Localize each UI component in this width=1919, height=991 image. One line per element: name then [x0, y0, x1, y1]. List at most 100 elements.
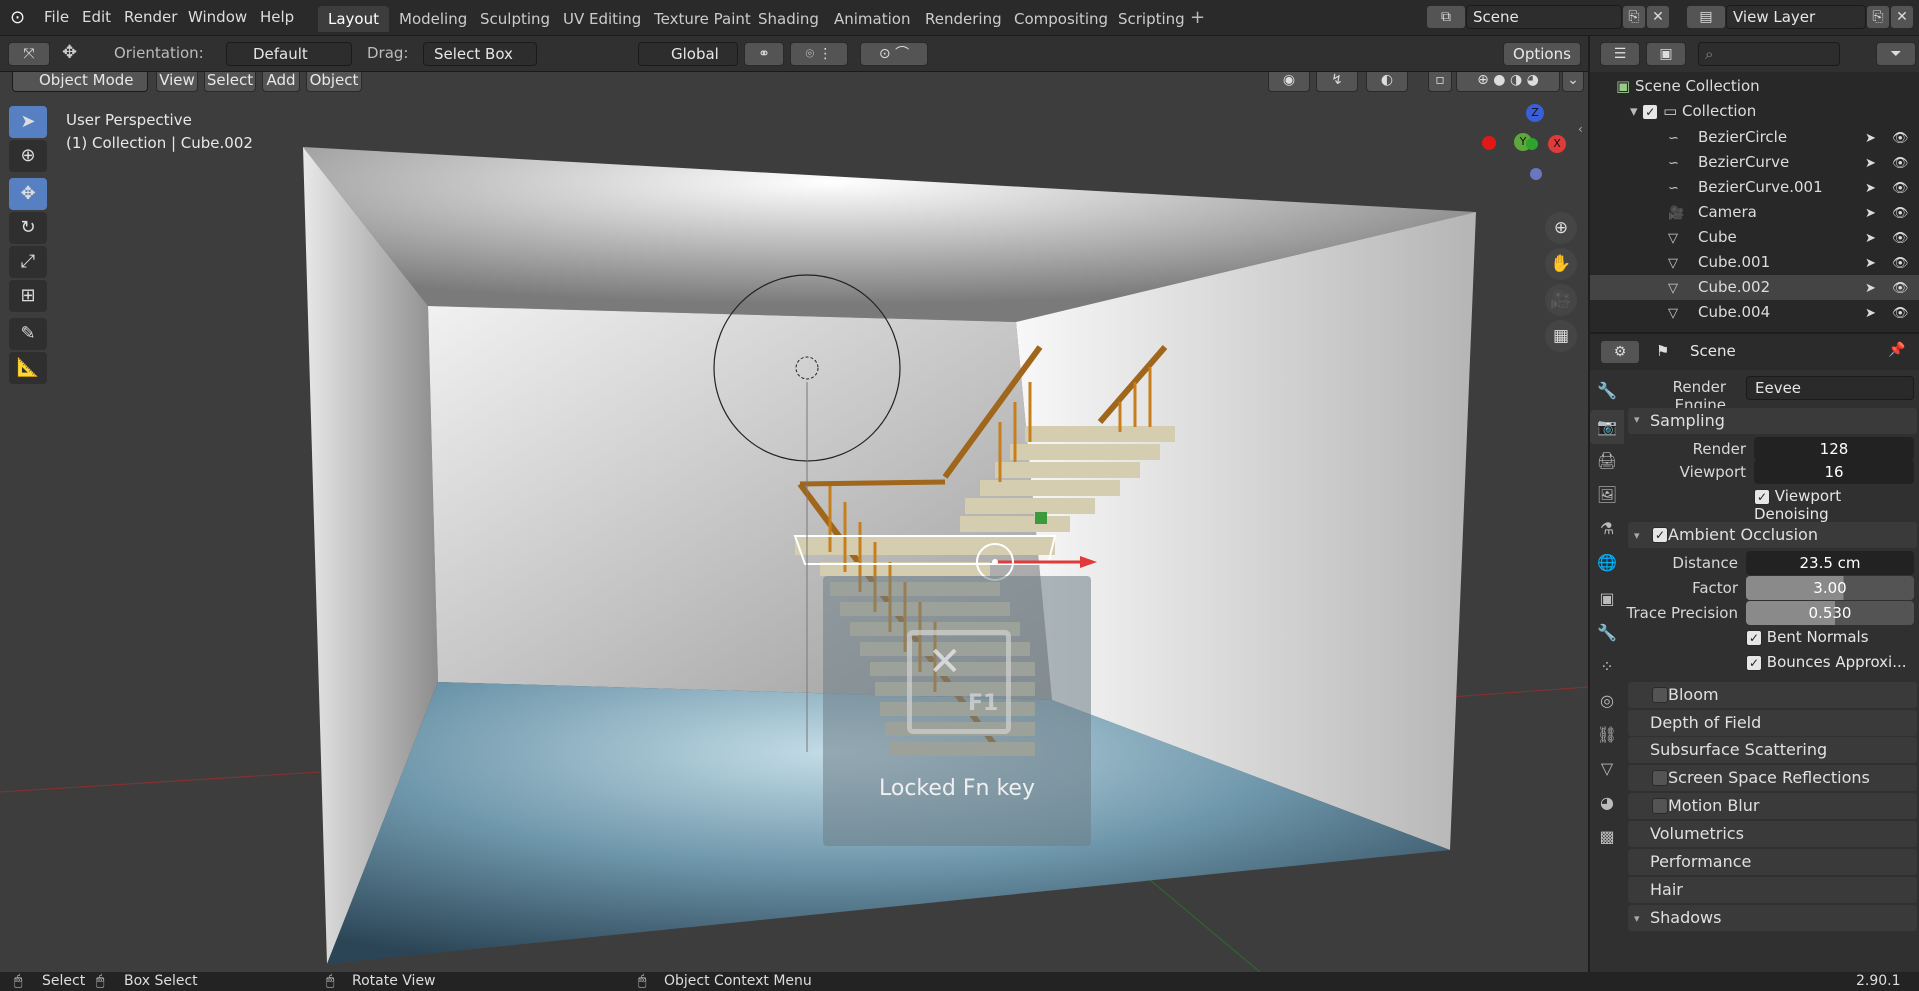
- outliner-filter-icon[interactable]: ⏷: [1876, 42, 1916, 66]
- view-layer-copy-icon[interactable]: ⎘: [1866, 5, 1890, 29]
- view-layer-delete-icon[interactable]: ✕: [1890, 5, 1914, 29]
- editor-type-icon[interactable]: ☰: [1600, 42, 1640, 66]
- trace-precision-slider[interactable]: 0.530: [1746, 601, 1914, 625]
- annotate-tool-icon[interactable]: ✎: [9, 318, 47, 350]
- blender-logo-icon[interactable]: ⊙: [10, 7, 32, 29]
- scale-tool-icon[interactable]: ⤢: [9, 246, 47, 278]
- proportional-edit-icon[interactable]: ⊙ ⌒: [860, 42, 928, 66]
- outliner-search-input[interactable]: ⌕: [1698, 42, 1840, 66]
- active-tool-icon[interactable]: ⤧: [8, 42, 50, 66]
- expand-arrow-icon[interactable]: ▾: [1630, 102, 1642, 120]
- shadows-expand-arrow-icon[interactable]: ▾: [1634, 912, 1640, 925]
- menu-render[interactable]: Render: [124, 8, 177, 26]
- scene-tab-icon[interactable]: ⚗: [1590, 512, 1624, 546]
- cursor-tool-icon[interactable]: ⊕: [9, 140, 47, 172]
- data-tab-icon[interactable]: ▽: [1590, 752, 1624, 786]
- ao-factor-slider[interactable]: 3.00: [1746, 576, 1914, 600]
- rotate-tool-icon[interactable]: ↻: [9, 212, 47, 244]
- view-layer-tab-icon[interactable]: 🖼: [1590, 478, 1624, 512]
- ssr-enable-checkbox[interactable]: [1652, 770, 1668, 786]
- bloom-enable-checkbox[interactable]: [1652, 687, 1668, 703]
- gizmo-toggle-icon[interactable]: ↯: [1316, 72, 1358, 92]
- modifier-tab-icon[interactable]: 🔧: [1590, 616, 1624, 650]
- xray-toggle-icon[interactable]: ▫: [1428, 72, 1452, 92]
- menu-help[interactable]: Help: [260, 8, 294, 26]
- viewport-select-menu[interactable]: Select: [204, 72, 256, 92]
- ssr-panel-header[interactable]: Screen Space Reflections: [1628, 765, 1917, 791]
- scene-delete-icon[interactable]: ✕: [1646, 5, 1670, 29]
- x-axis-icon[interactable]: X: [1548, 135, 1566, 153]
- z-axis-icon[interactable]: Z: [1526, 104, 1544, 122]
- bounces-approx-toggle[interactable]: ✓ Bounces Approxi...: [1746, 653, 1907, 671]
- snap-toggle-icon[interactable]: ⌾ ⋮: [790, 42, 848, 66]
- properties-editor-type-icon[interactable]: ⚙: [1600, 340, 1640, 364]
- collapse-sidebar-icon[interactable]: ‹: [1578, 122, 1583, 136]
- viewport-denoising-toggle[interactable]: ✓ Viewport Denoising: [1754, 487, 1919, 523]
- viewport-view-menu[interactable]: View: [156, 72, 198, 92]
- navigation-gizmo[interactable]: Z Y X: [1480, 102, 1566, 182]
- tab-animation[interactable]: Animation: [824, 6, 920, 32]
- render-tab-icon[interactable]: 📷: [1590, 410, 1624, 444]
- ao-expand-arrow-icon[interactable]: ▾: [1634, 529, 1640, 542]
- shading-options-icon[interactable]: ⌄: [1562, 72, 1584, 92]
- transform-orientation-dropdown[interactable]: Global: [638, 42, 738, 66]
- depth-of-field-panel-header[interactable]: Depth of Field: [1628, 710, 1917, 736]
- motion-blur-enable-checkbox[interactable]: [1652, 798, 1668, 814]
- performance-panel-header[interactable]: Performance: [1628, 849, 1917, 875]
- tab-sculpting[interactable]: Sculpting: [470, 6, 560, 32]
- select-tool-icon[interactable]: ➤: [9, 106, 47, 138]
- constraints-tab-icon[interactable]: ⛓: [1590, 718, 1624, 752]
- add-workspace-icon[interactable]: +: [1190, 7, 1205, 28]
- view-layer-field[interactable]: View Layer: [1726, 5, 1866, 29]
- ao-distance-field[interactable]: 23.5 cm: [1746, 551, 1914, 575]
- tab-layout[interactable]: Layout: [318, 6, 389, 32]
- sampling-panel-header[interactable]: Sampling: [1628, 408, 1917, 434]
- ssr-enable-toggle[interactable]: [1652, 770, 1668, 786]
- render-samples-field[interactable]: 128: [1754, 437, 1914, 461]
- pin-icon[interactable]: 📌: [1888, 342, 1905, 358]
- ao-enable-checkbox[interactable]: ✓: [1652, 527, 1668, 543]
- tab-compositing[interactable]: Compositing: [1004, 6, 1118, 32]
- sampling-expand-arrow-icon[interactable]: ▾: [1634, 414, 1640, 426]
- object-tab-icon[interactable]: ▣: [1590, 582, 1624, 616]
- tool-tab-icon[interactable]: 🔧: [1590, 374, 1624, 408]
- object-mode-dropdown[interactable]: Object Mode: [12, 72, 148, 92]
- display-mode-icon[interactable]: ▣: [1646, 42, 1686, 66]
- scene-selector-icon[interactable]: ⧉: [1426, 5, 1466, 29]
- menu-file[interactable]: File: [44, 8, 69, 26]
- outliner-collection[interactable]: ▾ ✓ ▭ Collection: [1590, 99, 1919, 124]
- hair-panel-header[interactable]: Hair: [1628, 877, 1917, 903]
- collection-checkbox[interactable]: ✓: [1642, 103, 1659, 120]
- scene-copy-icon[interactable]: ⎘: [1622, 5, 1646, 29]
- zoom-icon[interactable]: ⊕: [1545, 212, 1577, 244]
- overlay-toggle-icon[interactable]: ◐: [1366, 72, 1408, 92]
- neg-x-axis-icon[interactable]: [1482, 136, 1496, 150]
- output-tab-icon[interactable]: 🖨: [1590, 444, 1624, 478]
- bloom-enable-toggle[interactable]: [1652, 687, 1668, 703]
- shading-mode-icons[interactable]: ⊕ ● ◑ ◕: [1456, 72, 1560, 92]
- neg-z-axis-icon[interactable]: [1530, 168, 1542, 180]
- render-engine-dropdown[interactable]: Eevee: [1746, 376, 1914, 400]
- viewport-add-menu[interactable]: Add: [262, 72, 300, 92]
- ortho-toggle-icon[interactable]: ▦: [1545, 320, 1577, 352]
- world-tab-icon[interactable]: 🌐: [1590, 546, 1624, 580]
- tab-uv-editing[interactable]: UV Editing: [553, 6, 651, 32]
- motion-blur-panel-header[interactable]: Motion Blur: [1628, 793, 1917, 819]
- subsurface-scattering-panel-header[interactable]: Subsurface Scattering: [1628, 737, 1917, 763]
- view-layer-selector-icon[interactable]: ▤: [1686, 5, 1726, 29]
- pivot-point-icon[interactable]: ⚭: [744, 42, 784, 66]
- motion-blur-enable-toggle[interactable]: [1652, 798, 1668, 814]
- ao-enable-toggle[interactable]: ✓: [1652, 527, 1668, 543]
- tab-rendering[interactable]: Rendering: [915, 6, 1012, 32]
- volumetrics-panel-header[interactable]: Volumetrics: [1628, 821, 1917, 847]
- tab-texture-paint[interactable]: Texture Paint: [644, 6, 761, 32]
- physics-tab-icon[interactable]: ◎: [1590, 684, 1624, 718]
- particles-tab-icon[interactable]: ⁘: [1590, 650, 1624, 684]
- selectable-toggle-icons[interactable]: ➤ ➤ ➤ ➤ ➤ ➤ ➤ ➤: [1865, 126, 1885, 326]
- drag-dropdown[interactable]: Select Box: [423, 42, 537, 66]
- bent-normals-toggle[interactable]: ✓ Bent Normals: [1746, 628, 1869, 646]
- texture-tab-icon[interactable]: ▩: [1590, 820, 1624, 854]
- tab-shading[interactable]: Shading: [748, 6, 829, 32]
- bounces-approx-checkbox[interactable]: ✓: [1746, 654, 1762, 671]
- tab-modeling[interactable]: Modeling: [389, 6, 477, 32]
